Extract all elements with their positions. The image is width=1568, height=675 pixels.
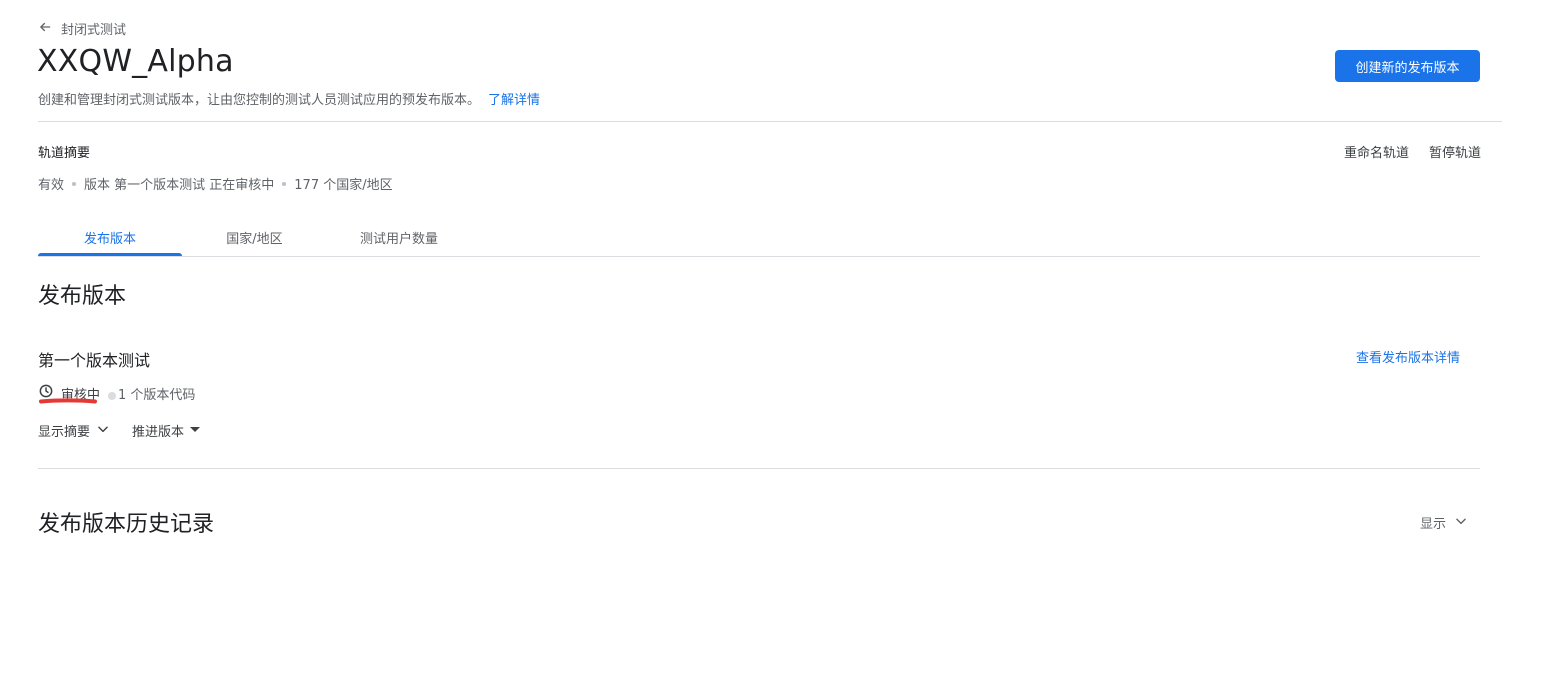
- release-actions: 显示摘要 推进版本: [38, 421, 201, 440]
- separator-dot: [72, 181, 77, 186]
- track-summary-details: 有效 版本 第一个版本测试 正在审核中 177 个国家/地区: [38, 174, 393, 193]
- promote-release-label: 推进版本: [132, 425, 185, 440]
- back-link-label: 封闭式测试: [61, 23, 127, 38]
- arrow-left-icon: [38, 20, 61, 38]
- track-summary-label: 轨道摘要: [38, 146, 91, 161]
- subtitle-text: 创建和管理封闭式测试版本，让由您控制的测试人员测试应用的预发布版本。: [38, 93, 481, 108]
- version-code-count: 1 个版本代码: [118, 387, 196, 403]
- chevron-down-icon: [90, 422, 110, 440]
- tab-tester-count[interactable]: 测试用户数量: [338, 219, 460, 255]
- create-release-button[interactable]: 创建新的发布版本: [1335, 50, 1480, 82]
- release-history-title: 发布版本历史记录: [38, 512, 215, 537]
- divider: [38, 468, 1480, 469]
- back-link[interactable]: 封闭式测试: [38, 19, 126, 38]
- releases-section-title: 发布版本: [38, 284, 127, 309]
- tab-countries[interactable]: 国家/地区: [182, 219, 327, 255]
- track-status: 有效: [38, 178, 65, 193]
- separator-dot: [108, 392, 117, 400]
- page-title: XXQW_Alpha: [37, 44, 234, 79]
- page-subtitle: 创建和管理封闭式测试版本，让由您控制的测试人员测试应用的预发布版本。 了解详情: [38, 89, 540, 108]
- red-underline-annotation: [39, 398, 97, 404]
- track-countries: 177 个国家/地区: [294, 178, 393, 193]
- view-release-details-link[interactable]: 查看发布版本详情: [1356, 347, 1460, 366]
- learn-more-link[interactable]: 了解详情: [488, 93, 540, 108]
- caret-down-icon: [184, 423, 201, 438]
- tab-bar: 发布版本 国家/地区 测试用户数量: [38, 219, 1480, 257]
- chevron-down-icon: [1446, 514, 1468, 532]
- track-release-info: 版本 第一个版本测试 正在审核中: [84, 178, 275, 193]
- promote-release-dropdown[interactable]: 推进版本: [132, 421, 201, 440]
- tab-releases[interactable]: 发布版本: [38, 219, 182, 256]
- closed-testing-page: 封闭式测试 XXQW_Alpha 创建和管理封闭式测试版本，让由您控制的测试人员…: [0, 0, 1568, 675]
- pause-track-button[interactable]: 暂停轨道: [1429, 142, 1481, 161]
- release-name: 第一个版本测试: [38, 351, 151, 370]
- show-history-toggle[interactable]: 显示: [1420, 513, 1468, 532]
- separator-dot: [282, 181, 287, 186]
- show-history-label: 显示: [1420, 517, 1447, 532]
- divider: [38, 121, 1502, 122]
- show-summary-label: 显示摘要: [38, 425, 91, 440]
- track-actions: 重命名轨道 暂停轨道: [1344, 142, 1481, 161]
- show-summary-button[interactable]: 显示摘要: [38, 421, 110, 440]
- rename-track-button[interactable]: 重命名轨道: [1344, 142, 1409, 161]
